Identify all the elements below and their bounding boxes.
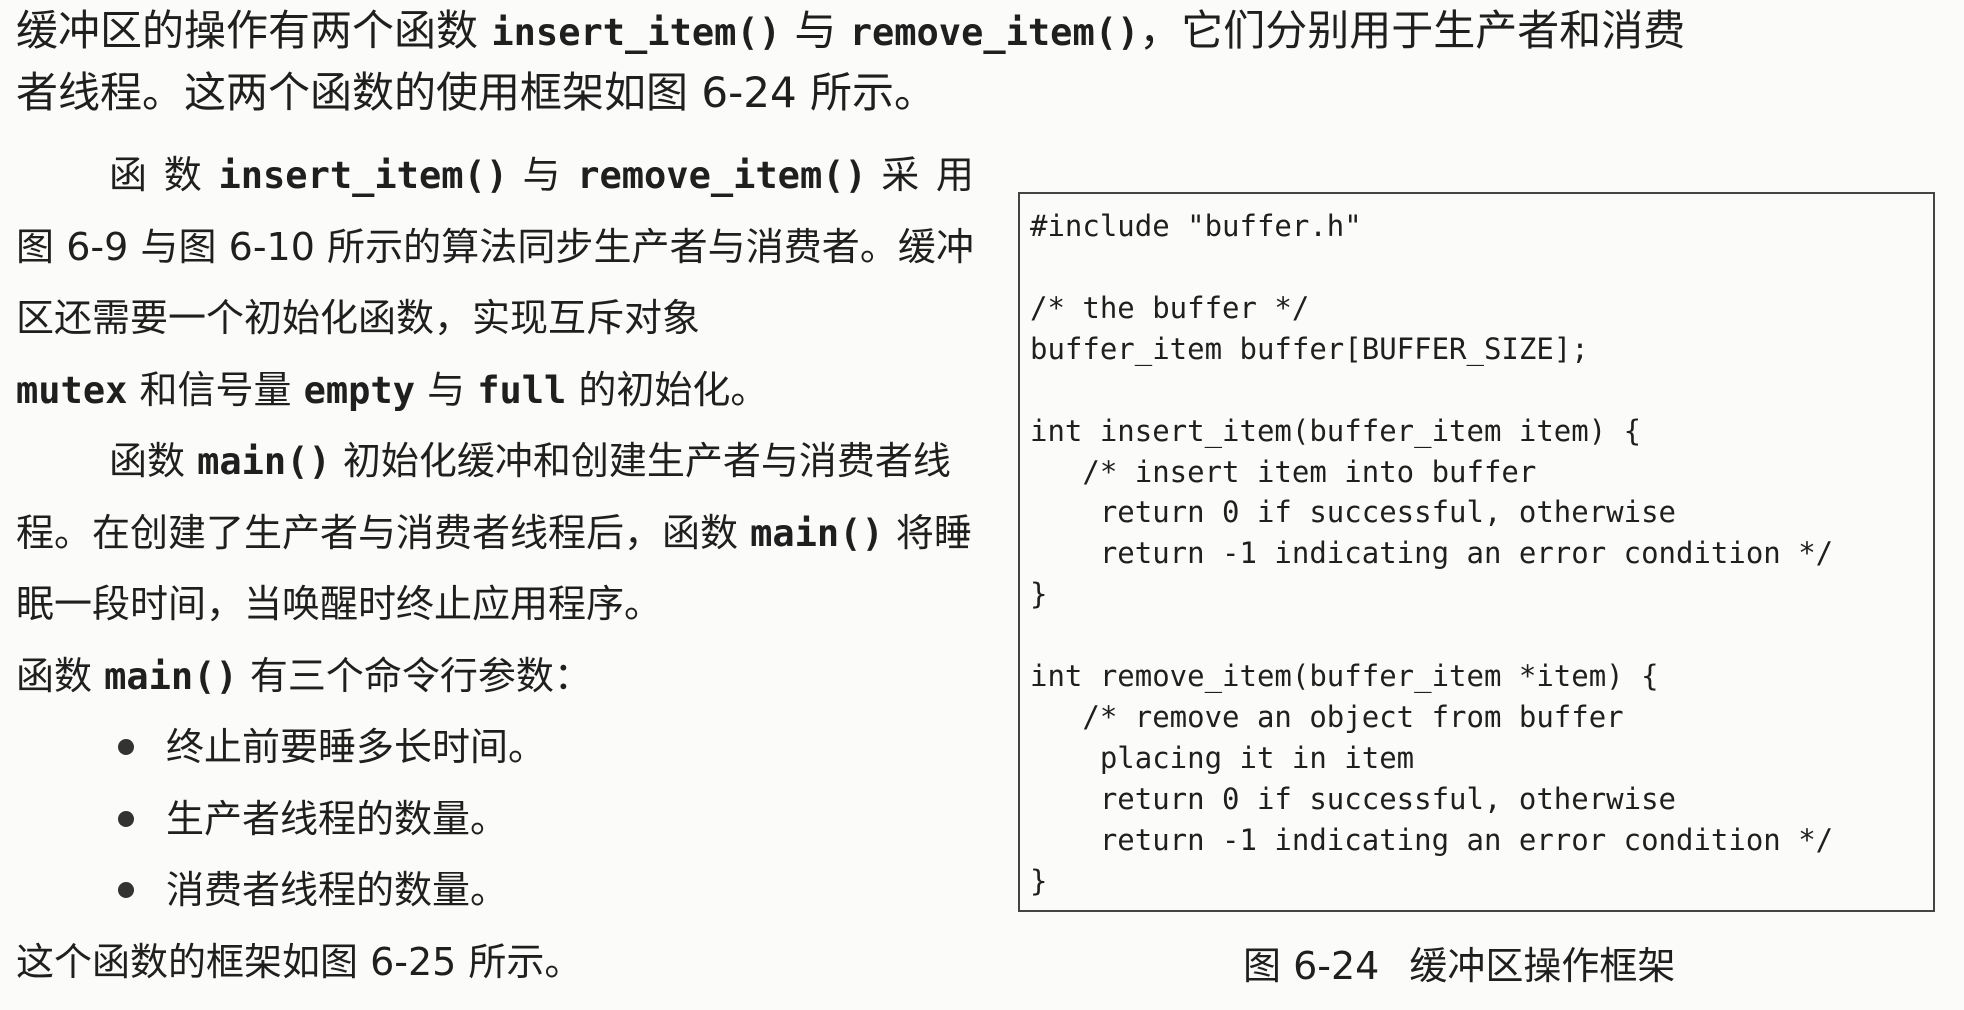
paragraph-2: 函数 main() 初始化缓冲和创建生产者与消费者线程。在创建了生产者与消费者线… (16, 426, 974, 641)
bullet-icon (118, 882, 134, 898)
inline-code: insert_item() (218, 154, 509, 197)
list-item: 生产者线程的数量。 (16, 784, 974, 856)
inline-code: empty (303, 368, 415, 412)
code-line: return -1 indicating an error condition … (1030, 536, 1834, 570)
body-text-run: 和信号量 (139, 367, 292, 412)
list-item-text: 消费者线程的数量。 (166, 868, 509, 912)
bullet-icon (118, 739, 134, 755)
code-line: return 0 if successful, otherwise (1030, 782, 1677, 816)
paragraph-1: 函 数 insert_item() 与 remove_item() 采 用图 6… (16, 140, 974, 426)
paragraph-3: 函数 main() 有三个命令行参数： (16, 641, 974, 713)
intro-text: ，它们分别用于生产者和消费 (1139, 6, 1686, 55)
code-line: buffer_item buffer[BUFFER_SIZE]; (1030, 332, 1589, 366)
list-item: 终止前要睡多长时间。 (16, 712, 974, 784)
argument-list: 终止前要睡多长时间。 生产者线程的数量。 消费者线程的数量。 (16, 712, 974, 927)
inline-code: remove_item() (849, 11, 1140, 54)
code-figure: #include "buffer.h" /* the buffer */ buf… (1018, 192, 1935, 912)
code-line: placing it in item (1030, 741, 1415, 775)
list-item-text: 生产者线程的数量。 (166, 796, 509, 841)
code-line: #include "buffer.h" (1030, 209, 1362, 243)
code-line: /* remove an object from buffer (1030, 700, 1624, 734)
figure-number: 图 6-24 (1243, 944, 1380, 988)
intro-text: 与 (794, 6, 837, 55)
body-text-run: 函数 (16, 653, 93, 698)
intro-line-2: 者线程。这两个函数的使用框架如图 6-24 所示。 (16, 72, 936, 114)
inline-code: main() (750, 511, 884, 555)
inline-code: main() (104, 654, 238, 698)
intro-text: 者线程。这两个函数的使用框架如图 6-24 所示。 (16, 68, 937, 117)
body-text-run: 函 数 (109, 153, 205, 197)
code-line: return -1 indicating an error condition … (1030, 823, 1834, 857)
code-line: } (1030, 577, 1048, 611)
figure-caption: 图 6-24 缓冲区操作框架 (1243, 947, 1675, 985)
inline-code: mutex (16, 368, 128, 412)
paragraph-4: 这个函数的框架如图 6-25 所示。 (16, 927, 974, 999)
inline-code: full (477, 368, 567, 412)
code-line: /* the buffer */ (1030, 291, 1310, 325)
body-text-run: 函数 (109, 439, 186, 483)
inline-code: remove_item() (577, 154, 867, 197)
figure-title: 缓冲区操作框架 (1409, 944, 1676, 988)
code-line: } (1030, 864, 1048, 898)
list-item: 消费者线程的数量。 (16, 855, 974, 927)
inline-code: insert_item() (491, 11, 781, 54)
body-text: 函 数 insert_item() 与 remove_item() 采 用图 6… (16, 140, 974, 998)
intro-text: 缓冲区的操作有两个函数 (16, 6, 479, 55)
code-line: int insert_item(buffer_item item) { (1030, 414, 1642, 448)
code-line: int remove_item(buffer_item *item) { (1030, 659, 1659, 693)
inline-code: main() (197, 440, 331, 483)
body-text-run: 与 (522, 153, 563, 197)
body-text-run: 与 (427, 367, 466, 412)
body-text-run: 这个函数的框架如图 6-25 所示。 (16, 939, 583, 984)
textbook-page: 缓冲区的操作有两个函数 insert_item() 与 remove_item(… (0, 0, 1964, 1010)
intro-line-1: 缓冲区的操作有两个函数 insert_item() 与 remove_item(… (16, 10, 1685, 52)
bullet-icon (118, 810, 134, 827)
list-item-text: 终止前要睡多长时间。 (166, 725, 547, 769)
code-line: return 0 if successful, otherwise (1030, 495, 1677, 529)
body-text-run: 的初始化。 (578, 367, 769, 412)
code-line: /* insert item into buffer (1030, 455, 1537, 489)
body-text-run: 有三个命令行参数： (249, 653, 592, 698)
